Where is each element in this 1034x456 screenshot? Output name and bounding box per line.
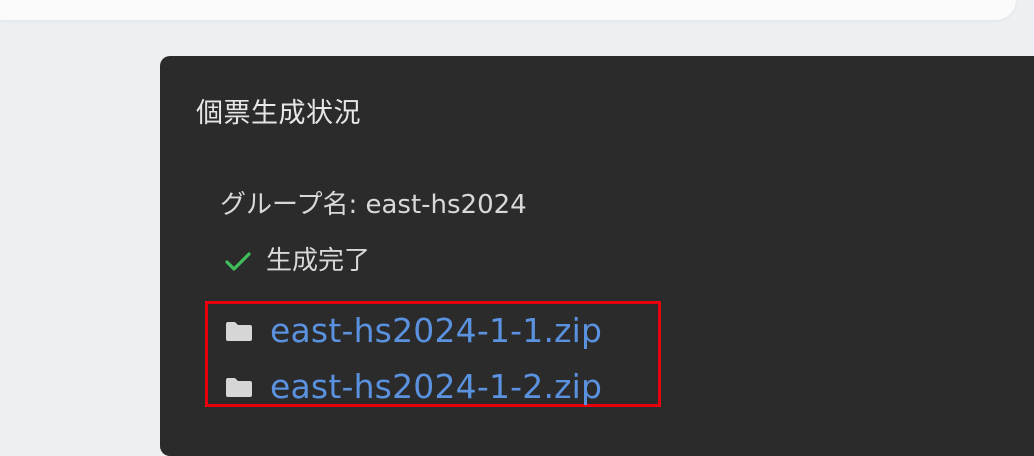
file-link[interactable]: east-hs2024-1-1.zip (270, 314, 602, 347)
panel-title: 個票生成状況 (196, 98, 361, 129)
generation-status-panel: 個票生成状況 グループ名: east-hs2024 生成完了 east-hs20… (160, 56, 1034, 456)
download-files-highlight: east-hs2024-1-1.zip east-hs2024-1-2.zip (205, 301, 661, 407)
file-item[interactable]: east-hs2024-1-1.zip (224, 314, 602, 347)
folder-icon (224, 375, 254, 399)
file-item[interactable]: east-hs2024-1-2.zip (224, 370, 602, 403)
top-card (0, 0, 1016, 20)
file-link[interactable]: east-hs2024-1-2.zip (270, 370, 602, 403)
folder-icon (224, 319, 254, 343)
group-name-label: グループ名: east-hs2024 (220, 190, 527, 220)
status-text: 生成完了 (266, 246, 371, 276)
check-icon (224, 249, 252, 273)
status-row: 生成完了 (224, 248, 370, 274)
